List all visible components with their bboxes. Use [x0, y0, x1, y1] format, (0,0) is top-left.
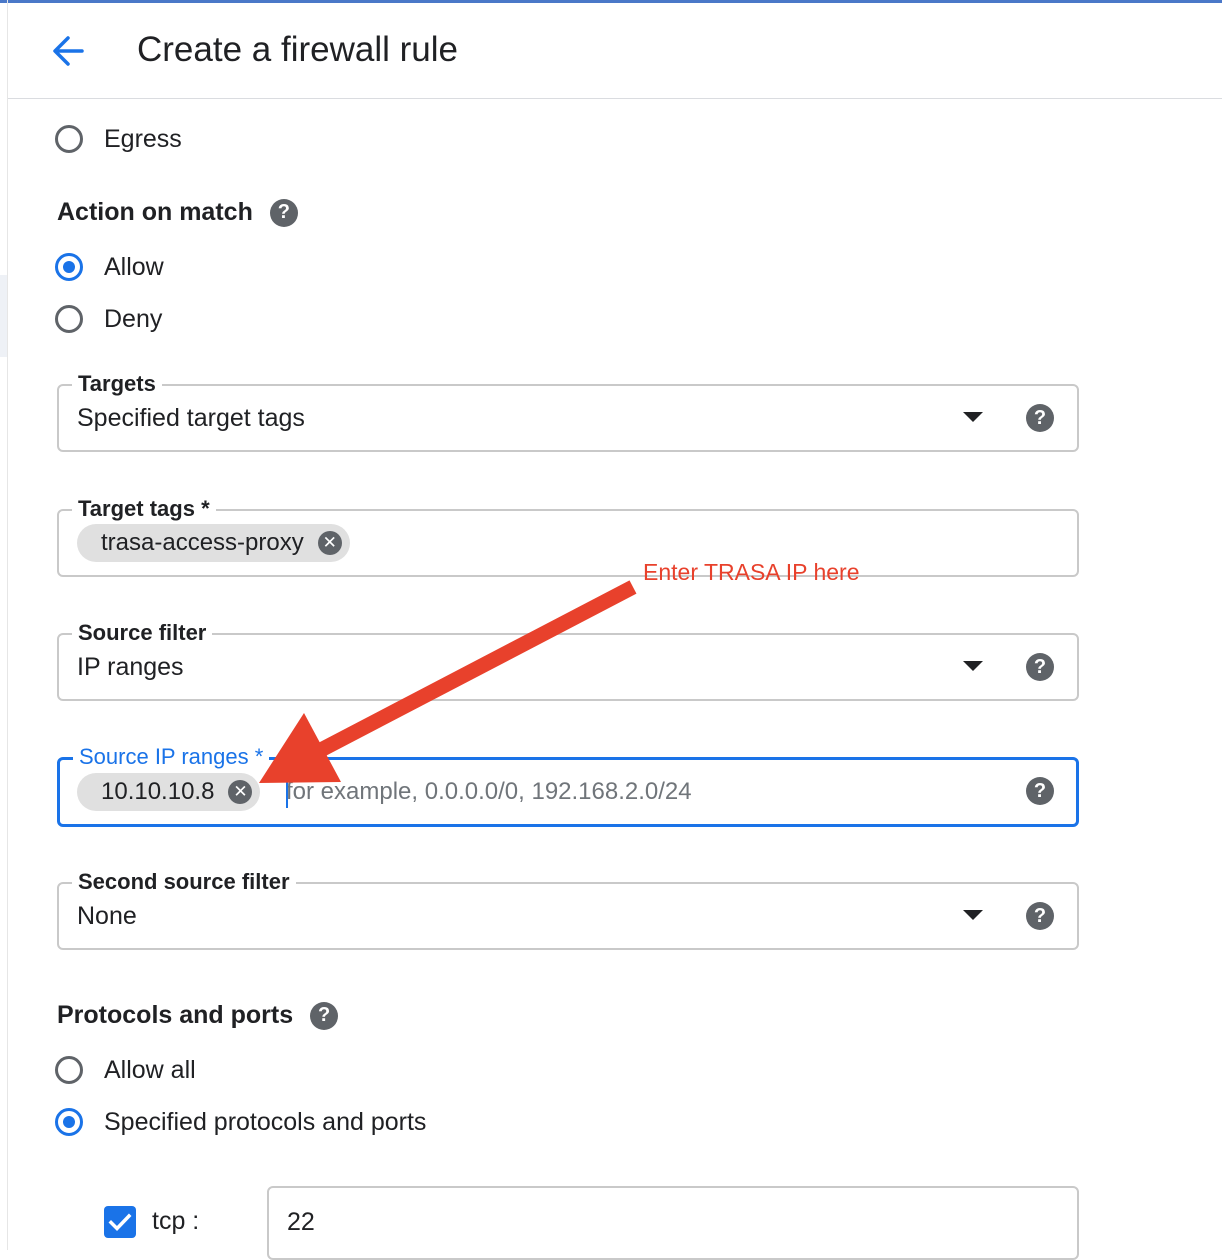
target-tags-label: Target tags *: [72, 494, 216, 524]
protocols-option-allow-all[interactable]: Allow all: [55, 1053, 196, 1087]
page-header: Create a firewall rule: [8, 3, 1222, 99]
remove-chip-icon[interactable]: ✕: [317, 531, 342, 555]
tcp-label: tcp :: [152, 1207, 200, 1235]
allow-label: Allow: [104, 252, 164, 281]
second-source-filter-value: None: [77, 902, 137, 930]
target-tags-field[interactable]: Target tags * trasa-access-proxy ✕: [57, 494, 1079, 577]
source-filter-help-icon[interactable]: ?: [1026, 653, 1054, 681]
protocols-help-icon[interactable]: ?: [310, 1001, 339, 1030]
targets-label: Targets: [72, 369, 162, 399]
left-divider: [7, 0, 8, 1250]
page-title: Create a firewall rule: [137, 30, 458, 69]
targets-dropdown-arrow-icon[interactable]: [963, 412, 983, 422]
source-filter-value: IP ranges: [77, 653, 184, 681]
allow-radio[interactable]: [55, 253, 83, 281]
remove-chip-icon[interactable]: ✕: [228, 780, 253, 804]
protocols-ports-heading: Protocols and ports ?: [57, 1001, 339, 1030]
egress-radio[interactable]: [55, 125, 83, 153]
source-ip-help-icon[interactable]: ?: [1026, 777, 1054, 805]
source-filter-select[interactable]: Source filter IP ranges ?: [57, 618, 1079, 701]
protocols-ports-title: Protocols and ports: [57, 1001, 294, 1029]
source-ip-input[interactable]: [286, 774, 986, 810]
text-cursor: [286, 776, 288, 808]
action-help-icon[interactable]: ?: [269, 198, 298, 227]
tcp-ports-input[interactable]: 22: [267, 1186, 1079, 1260]
allow-all-label: Allow all: [104, 1055, 196, 1084]
tcp-checkbox[interactable]: [104, 1206, 136, 1238]
source-filter-label: Source filter: [72, 618, 213, 648]
left-nav-highlight: [0, 275, 7, 357]
protocols-option-specified[interactable]: Specified protocols and ports: [55, 1105, 426, 1139]
tcp-ports-value: 22: [287, 1208, 315, 1236]
source-filter-dropdown-arrow-icon[interactable]: [963, 661, 983, 671]
check-icon: [108, 1213, 132, 1232]
deny-label: Deny: [104, 304, 163, 333]
specified-protocols-radio[interactable]: [55, 1108, 83, 1136]
source-ip-ranges-label: Source IP ranges *: [73, 742, 270, 772]
target-tag-chip-text: trasa-access-proxy: [101, 529, 304, 556]
allow-all-radio[interactable]: [55, 1056, 83, 1084]
second-source-filter-select[interactable]: Second source filter None ?: [57, 867, 1079, 950]
specified-protocols-label: Specified protocols and ports: [104, 1107, 427, 1136]
direction-option-egress[interactable]: Egress: [55, 122, 182, 156]
deny-radio[interactable]: [55, 305, 83, 333]
action-option-deny[interactable]: Deny: [55, 302, 162, 336]
action-option-allow[interactable]: Allow: [55, 250, 164, 284]
target-tag-chip: trasa-access-proxy ✕: [77, 524, 350, 562]
targets-value: Specified target tags: [77, 404, 305, 432]
back-arrow-icon[interactable]: [46, 29, 90, 73]
source-ip-ranges-field[interactable]: Source IP ranges * 10.10.10.8 ✕ ?: [57, 742, 1079, 827]
action-on-match-title: Action on match: [57, 198, 253, 226]
action-on-match-heading: Action on match ?: [57, 198, 298, 227]
targets-help-icon[interactable]: ?: [1026, 404, 1054, 432]
egress-label: Egress: [104, 124, 182, 153]
targets-select[interactable]: Targets Specified target tags ?: [57, 369, 1079, 452]
second-source-filter-help-icon[interactable]: ?: [1026, 902, 1054, 930]
source-ip-chip: 10.10.10.8 ✕: [77, 773, 261, 811]
second-source-filter-label: Second source filter: [72, 867, 296, 897]
source-ip-chip-text: 10.10.10.8: [101, 778, 215, 805]
annotation-text: Enter TRASA IP here: [643, 559, 860, 585]
second-source-filter-dropdown-arrow-icon[interactable]: [963, 910, 983, 920]
